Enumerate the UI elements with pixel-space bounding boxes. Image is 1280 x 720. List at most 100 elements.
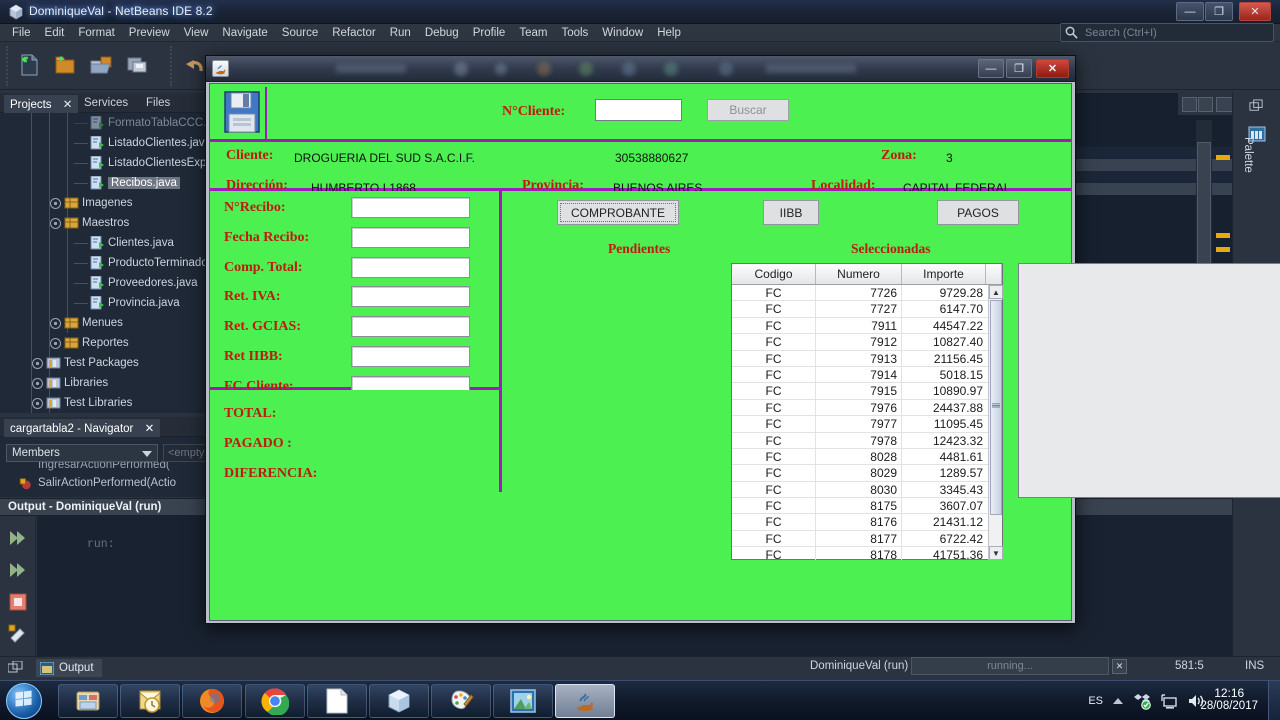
tree-expand-toggle-icon[interactable] — [50, 337, 61, 349]
taskbar-item-java[interactable] — [555, 684, 615, 718]
button-pagos[interactable]: PAGOS — [937, 200, 1019, 225]
buscar-button[interactable]: Buscar — [707, 99, 789, 121]
ide-close-button[interactable]: ✕ — [1239, 2, 1271, 21]
save-all-icon[interactable] — [124, 52, 150, 78]
column-header[interactable]: Importe — [902, 264, 986, 284]
close-icon[interactable]: ✕ — [63, 99, 73, 111]
status-progress-cancel-button[interactable]: ✕ — [1112, 659, 1127, 674]
network-icon[interactable] — [1160, 692, 1178, 710]
form-input[interactable] — [351, 286, 470, 308]
form-input[interactable] — [351, 197, 470, 218]
table-row[interactable]: FC 8028 4481.61 — [732, 448, 988, 466]
menu-item-refactor[interactable]: Refactor — [326, 26, 381, 40]
table-row[interactable]: FC 7913 21156.45 — [732, 350, 988, 367]
rerun-alt-icon[interactable] — [8, 560, 28, 580]
open-project-icon[interactable] — [88, 52, 114, 78]
menu-item-view[interactable]: View — [178, 26, 215, 40]
taskbar-item-document[interactable] — [307, 684, 367, 718]
tree-expand-toggle-icon[interactable] — [32, 357, 43, 369]
taskbar-item-firefox[interactable] — [182, 684, 242, 718]
ncliente-input[interactable] — [595, 99, 682, 121]
menu-item-debug[interactable]: Debug — [419, 26, 465, 40]
form-input[interactable] — [351, 226, 470, 248]
settings-icon[interactable] — [8, 624, 28, 644]
tree-expand-toggle-icon[interactable] — [32, 377, 43, 389]
menu-item-file[interactable]: File — [6, 26, 37, 40]
editor-dropdown-button[interactable] — [1216, 97, 1233, 112]
taskbar-item-chrome[interactable] — [245, 684, 305, 718]
navigator-member-1[interactable]: SalirActionPerformed(Actio — [38, 477, 176, 489]
window-mode-icon[interactable] — [8, 661, 24, 675]
tab-services[interactable]: Services — [78, 95, 134, 111]
table-row[interactable]: FC 8030 3345.43 — [732, 481, 988, 499]
taskbar-item-outlook[interactable] — [120, 684, 180, 718]
show-desktop-button[interactable] — [1268, 681, 1280, 720]
menu-item-navigate[interactable]: Navigate — [216, 26, 273, 40]
table-scrollbar[interactable]: ▲ ▼ — [988, 285, 1003, 560]
status-progress-bar[interactable]: running... — [911, 657, 1109, 675]
form-input[interactable] — [351, 316, 470, 338]
dialog-minimize-button[interactable]: — — [978, 59, 1004, 78]
menu-item-team[interactable]: Team — [513, 26, 553, 40]
menu-item-edit[interactable]: Edit — [39, 26, 71, 40]
ide-maximize-button[interactable]: ❐ — [1205, 2, 1233, 21]
tray-language[interactable]: ES — [1088, 695, 1103, 707]
button-iibb[interactable]: IIBB — [763, 200, 819, 225]
table-row[interactable]: FC 7727 6147.70 — [732, 301, 988, 318]
ide-minimize-button[interactable]: — — [1176, 2, 1204, 21]
form-input[interactable] — [351, 346, 470, 367]
table-row[interactable]: FC 8178 41751.36 — [732, 547, 988, 560]
floppy-disk-icon[interactable] — [224, 91, 260, 133]
column-header[interactable]: Codigo — [732, 264, 816, 284]
table-row[interactable]: FC 7911 44547.22 — [732, 317, 988, 335]
ide-search-box[interactable]: Search (Ctrl+I) — [1060, 23, 1274, 42]
window-group-icon[interactable] — [1249, 99, 1264, 114]
new-project-icon[interactable] — [52, 52, 78, 78]
tree-expand-toggle-icon[interactable] — [50, 197, 61, 209]
taskbar-item-explorer[interactable] — [58, 684, 118, 718]
menu-item-source[interactable]: Source — [276, 26, 324, 40]
tab-files[interactable]: Files — [140, 95, 176, 111]
scroll-up-icon[interactable]: ▲ — [989, 285, 1003, 299]
menu-item-preview[interactable]: Preview — [123, 26, 176, 40]
menu-item-tools[interactable]: Tools — [555, 26, 594, 40]
taskbar-item-photo[interactable] — [493, 684, 553, 718]
taskbar-item-paint[interactable] — [431, 684, 491, 718]
pendientes-table[interactable]: Codigo Numero Importe FC 7726 9729.28 FC 7727 6… — [731, 263, 1003, 560]
table-row[interactable]: FC 7976 24437.88 — [732, 399, 988, 417]
table-row[interactable]: FC 7726 9729.28 — [732, 285, 988, 302]
tab-navigator[interactable]: cargartabla2 - Navigator ✕ — [4, 419, 161, 437]
rerun-icon[interactable] — [8, 528, 28, 548]
taskbar-clock[interactable]: 12:16 28/08/2017 — [1200, 686, 1258, 712]
table-row[interactable]: FC 7914 5018.15 — [732, 366, 988, 384]
seleccionadas-list[interactable] — [1018, 263, 1280, 498]
new-file-icon[interactable] — [16, 52, 42, 78]
table-row[interactable]: FC 7912 10827.40 — [732, 334, 988, 351]
menu-item-help[interactable]: Help — [651, 26, 687, 40]
button-comprobante[interactable]: COMPROBANTE — [557, 200, 679, 225]
scroll-down-icon[interactable]: ▼ — [989, 546, 1003, 560]
table-row[interactable]: FC 7977 11095.45 — [732, 416, 988, 433]
tree-expand-toggle-icon[interactable] — [32, 397, 43, 409]
editor-back-button[interactable] — [1182, 97, 1197, 112]
tree-expand-toggle-icon[interactable] — [50, 317, 61, 329]
dropbox-icon[interactable] — [1133, 692, 1151, 710]
chevron-up-icon[interactable] — [1112, 695, 1124, 707]
start-button[interactable] — [6, 683, 42, 719]
form-input[interactable] — [351, 256, 470, 278]
column-header[interactable]: Numero — [816, 264, 902, 284]
menu-item-format[interactable]: Format — [72, 26, 120, 40]
stop-icon[interactable] — [8, 592, 28, 612]
table-row[interactable]: FC 8177 6722.42 — [732, 530, 988, 548]
table-row[interactable]: FC 8175 3607.07 — [732, 498, 988, 515]
menu-item-window[interactable]: Window — [596, 26, 649, 40]
table-row[interactable]: FC 7915 10890.97 — [732, 383, 988, 400]
editor-forward-button[interactable] — [1198, 97, 1213, 112]
menu-item-profile[interactable]: Profile — [467, 26, 512, 40]
dialog-close-button[interactable]: ✕ — [1036, 59, 1069, 78]
table-row[interactable]: FC 7978 12423.32 — [732, 432, 988, 449]
taskbar-item-virtualbox[interactable] — [369, 684, 429, 718]
table-row[interactable]: FC 8029 1289.57 — [732, 465, 988, 482]
menu-item-run[interactable]: Run — [384, 26, 417, 40]
table-row[interactable]: FC 8176 21431.12 — [732, 514, 988, 531]
